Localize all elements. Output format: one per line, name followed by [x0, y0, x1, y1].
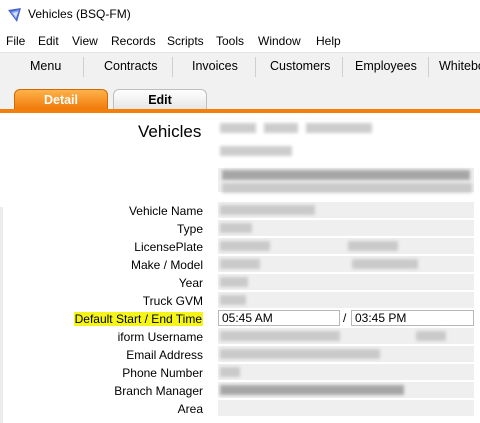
nav-whiteboard[interactable]: Whiteboard [439, 59, 480, 73]
truck-gvm-field[interactable] [218, 292, 474, 308]
area-field[interactable] [218, 400, 474, 416]
menu-window[interactable]: Window [258, 34, 301, 48]
nav-contracts[interactable]: Contracts [104, 59, 158, 73]
redacted-text [220, 205, 315, 215]
window-title: Vehicles (BSQ-FM) [28, 7, 131, 21]
redacted-text [220, 367, 240, 377]
nav-divider [255, 57, 256, 77]
label-year: Year [178, 276, 203, 290]
nav-divider [172, 57, 173, 77]
nav-invoices[interactable]: Invoices [192, 59, 238, 73]
title-bar: Vehicles (BSQ-FM) [0, 0, 480, 30]
redacted-text [348, 241, 398, 251]
menu-bar: File Edit View Records Scripts Tools Win… [0, 31, 480, 51]
nav-divider [342, 57, 343, 77]
tab-strip: Detail Edit [0, 81, 480, 109]
nav-bar: Menu Contracts Invoices Customers Employ… [0, 52, 480, 82]
redacted-text [220, 277, 248, 287]
type-field[interactable] [218, 220, 474, 236]
redacted-text [220, 241, 270, 251]
left-edge-shadow [0, 207, 3, 423]
redacted-text [220, 349, 380, 359]
label-default-time: Default Start / End Time [73, 312, 203, 326]
nav-customers[interactable]: Customers [270, 59, 330, 73]
redacted-text [220, 331, 340, 341]
year-field[interactable] [218, 274, 474, 290]
label-area: Area [177, 402, 203, 416]
label-email: Email Address [126, 348, 203, 362]
menu-records[interactable]: Records [111, 34, 156, 48]
page-title: Vehicles [138, 122, 202, 141]
nav-employees[interactable]: Employees [355, 59, 417, 73]
label-iform-username: iform Username [117, 330, 203, 344]
redacted-text [220, 123, 256, 133]
redacted-text [220, 385, 404, 395]
nav-divider [83, 57, 84, 77]
nav-menu[interactable]: Menu [30, 59, 61, 73]
menu-tools[interactable]: Tools [216, 34, 244, 48]
filemaker-icon [8, 8, 21, 22]
redacted-text [264, 123, 298, 133]
menu-edit[interactable]: Edit [38, 34, 59, 48]
label-phone: Phone Number [122, 366, 203, 380]
label-vehicle-name: Vehicle Name [128, 204, 203, 218]
redacted-text [222, 183, 472, 193]
menu-view[interactable]: View [72, 34, 98, 48]
label-branch-manager: Branch Manager [114, 384, 203, 398]
label-license-plate: LicensePlate [134, 240, 203, 254]
redacted-text [220, 146, 292, 156]
time-separator: / [343, 311, 347, 325]
redacted-text [416, 331, 446, 341]
redacted-text [220, 259, 260, 269]
nav-divider [428, 57, 429, 77]
redacted-text [220, 223, 252, 233]
label-make-model: Make / Model [130, 258, 203, 272]
tab-detail[interactable]: Detail [14, 89, 108, 109]
redacted-text [220, 295, 246, 305]
start-time-field[interactable]: 05:45 AM [218, 310, 340, 326]
label-truck-gvm: Truck GVM [142, 294, 203, 308]
phone-field[interactable] [218, 364, 474, 380]
menu-scripts[interactable]: Scripts [167, 34, 204, 48]
menu-help[interactable]: Help [316, 34, 341, 48]
redacted-text [306, 123, 372, 133]
menu-file[interactable]: File [6, 34, 25, 48]
label-type: Type [176, 222, 203, 236]
end-time-field[interactable]: 03:45 PM [351, 310, 474, 326]
tab-edit[interactable]: Edit [113, 89, 207, 109]
redacted-text [222, 170, 470, 180]
redacted-text [352, 259, 418, 269]
